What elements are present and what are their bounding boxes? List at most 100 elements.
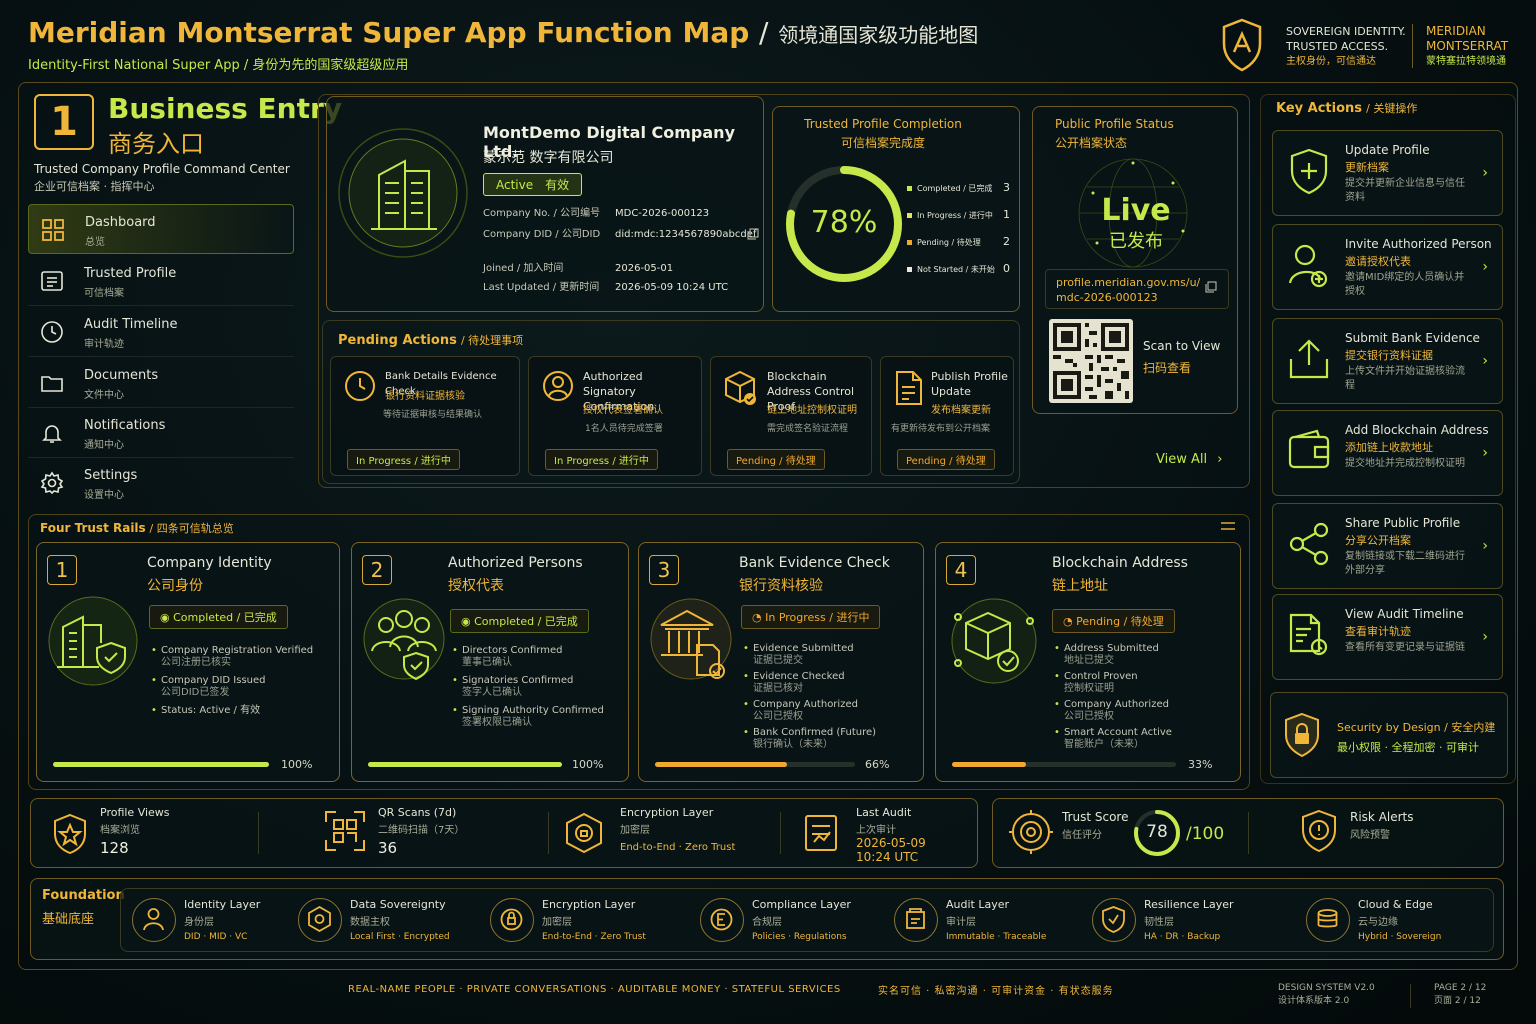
legend-completed: Completed / 已完成 3: [907, 181, 1010, 194]
rail-authorized-persons[interactable]: 2 Authorized Persons 授权代表 ◉ Completed / …: [351, 542, 629, 782]
public-profile-url[interactable]: profile.meridian.gov.ms/u/ mdc-2026-0001…: [1045, 269, 1229, 309]
view-all-link[interactable]: View All ›: [1156, 452, 1222, 467]
bank-icon: [650, 598, 732, 680]
footer-divider: [1410, 984, 1411, 1008]
legend-not-started: Not Started / 未开始 0: [907, 262, 1010, 275]
copy-icon[interactable]: [1205, 281, 1217, 293]
pending-item-desc: 有更新待发布到公开档案: [891, 424, 991, 434]
rail-blockchain-address[interactable]: 4 Blockchain Address 链上地址 ◔ Pending / 待处…: [935, 542, 1241, 782]
nav-sub: 设置中心: [84, 490, 124, 501]
stat-last-audit: Last Audit 上次审计 2026-05-09 10:24 UTC: [800, 806, 970, 864]
view-all-label: View All: [1156, 452, 1208, 467]
nav-item-settings[interactable]: Settings 设置中心: [28, 458, 294, 508]
action-update-profile[interactable]: Update Profile 更新档案 提交并更新企业信息与信任资料 ›: [1272, 130, 1503, 216]
check-item: Control Proven控制权证明: [1054, 671, 1234, 695]
stat-value: 128: [100, 839, 129, 857]
nav-sub: 审计轨迹: [84, 339, 124, 350]
page-label-cn: 页面 2 / 12: [1434, 996, 1481, 1006]
check-item-en: Control Proven: [1064, 671, 1138, 682]
action-invite-person[interactable]: Invite Authorized Person 邀请授权代表 邀请MID绑定的…: [1272, 224, 1503, 310]
company-row-key: Joined / 加入时间: [483, 263, 564, 274]
chevron-right-icon: ›: [1217, 452, 1223, 467]
subtitle-cn: 身份为先的国家级超级应用: [252, 58, 409, 73]
foundation-layer-title: Identity Layer: [184, 898, 261, 911]
pending-item-signatory[interactable]: Authorized Signatory Confirmation 授权代表签署…: [528, 356, 702, 476]
action-submit-bank-evidence[interactable]: Submit Bank Evidence 提交银行资料证据 上传文件并开始证据核…: [1272, 318, 1503, 404]
foundation-layer-desc: HA · DR · Backup: [1144, 932, 1221, 942]
rail-progress-label: 100%: [281, 758, 313, 771]
qr-code[interactable]: [1049, 319, 1133, 403]
pending-item-blockchain[interactable]: Blockchain Address Control Proof 链上地址控制权…: [710, 356, 872, 476]
nav-item-dashboard[interactable]: Dashboard 总览: [28, 204, 294, 254]
rail-number: 3: [649, 555, 679, 585]
foundation-layer-title-cn: 合规层: [752, 917, 782, 928]
action-add-blockchain-address[interactable]: Add Blockchain Address 添加链上收款地址 提交地址并完成控…: [1272, 410, 1503, 496]
rail-title: Bank Evidence Check: [739, 555, 890, 571]
check-item-cn: 控制权证明: [1064, 683, 1114, 694]
nav-item-notifications[interactable]: Notifications 通知中心: [28, 408, 294, 458]
foundation-layer-title: Encryption Layer: [542, 898, 636, 911]
pending-item-bank-evidence[interactable]: Bank Details Evidence Check 银行资料证据核验 等待证…: [330, 356, 520, 476]
chevron-right-icon: ›: [1482, 353, 1488, 369]
chevron-right-icon: ›: [1482, 165, 1488, 181]
rail-status-label: Completed / 已完成: [474, 615, 578, 628]
pending-item-publish[interactable]: Publish Profile Update 发布档案更新 有更新待发布到公开档…: [880, 356, 1014, 476]
completion-title: Trusted Profile Completion: [804, 117, 962, 131]
foundation-layer-desc: Policies · Regulations: [752, 932, 847, 942]
person-icon: [543, 371, 573, 401]
foundation-resilience: Resilience Layer 韧性层 HA · DR · Backup: [1086, 892, 1266, 952]
nav-item-trusted-profile[interactable]: Trusted Profile 可信档案: [28, 256, 294, 306]
legend-label: In Progress / 进行中: [917, 211, 993, 220]
rail-company-identity[interactable]: 1 Company Identity 公司身份 ◉ Completed / 已完…: [36, 542, 340, 782]
rail-number: 4: [946, 555, 976, 585]
check-circle-icon: ◉: [461, 615, 475, 628]
filter-icon[interactable]: [1220, 520, 1236, 532]
rail-title: Blockchain Address: [1052, 555, 1188, 571]
rail-progress-bar: [655, 762, 855, 767]
rail-progress-bar: [952, 762, 1176, 767]
brand-1: MERIDIAN: [1426, 24, 1486, 38]
clock-icon: ◔: [752, 611, 766, 624]
action-title-cn: 邀请授权代表: [1345, 255, 1411, 268]
trust-rails-title: Four Trust Rails / 四条可信轨总览: [40, 520, 234, 536]
building-icon: [338, 128, 468, 258]
nav-item-audit-timeline[interactable]: Audit Timeline 审计轨迹: [28, 307, 294, 357]
copy-icon[interactable]: [747, 228, 759, 240]
page-label: PAGE 2 / 12: [1434, 983, 1487, 993]
qr-scan-icon: [325, 811, 365, 851]
rail-number: 2: [362, 555, 392, 585]
tagline-1: SOVEREIGN IDENTITY.: [1286, 25, 1406, 38]
foundation-compliance: Compliance Layer 合规层 Policies · Regulati…: [694, 892, 864, 952]
pending-item-title-cn: 链上地址控制权证明: [767, 405, 857, 416]
nav-item-documents[interactable]: Documents 文件中心: [28, 358, 294, 408]
title-en: Meridian Montserrat Super App Function M…: [28, 16, 750, 49]
action-title: Invite Authorized Person: [1345, 237, 1492, 251]
stat-value: End-to-End · Zero Trust: [620, 842, 736, 853]
compliance-icon: [700, 898, 744, 942]
action-share-public-profile[interactable]: Share Public Profile 分享公开档案 复制链接或下载二维码进行…: [1272, 503, 1503, 589]
upload-icon: [1289, 339, 1329, 379]
pending-item-status: In Progress / 进行中: [545, 449, 658, 470]
foundation-layer-title-cn: 加密层: [542, 917, 572, 928]
foundation-layer-title: Resilience Layer: [1144, 898, 1234, 911]
action-view-audit-timeline[interactable]: View Audit Timeline 查看审计轨迹 查看所有变更记录与证据链 …: [1272, 594, 1503, 680]
public-status-live: Live: [1101, 193, 1171, 228]
lock-shield-icon: [1285, 712, 1319, 758]
trust-score-title-cn: 信任评分: [1062, 830, 1102, 841]
chevron-right-icon: ›: [1482, 629, 1488, 645]
subtitle-en: Identity-First National Super App: [28, 58, 240, 73]
chevron-right-icon: ›: [1482, 538, 1488, 554]
risk-alerts-title: Risk Alerts: [1350, 810, 1414, 824]
foundation-layer-title-cn: 审计层: [946, 917, 976, 928]
rail-bank-evidence[interactable]: 3 Bank Evidence Check 银行资料核验 ◔ In Progre…: [638, 542, 924, 782]
audit-icon: [1289, 613, 1328, 656]
foundation-layer-desc: End-to-End · Zero Trust: [542, 932, 646, 942]
check-item-cn: 公司DID已签发: [161, 687, 230, 698]
header-tagline: SOVEREIGN IDENTITY. TRUSTED ACCESS. 主权身份…: [1286, 24, 1406, 69]
url-line-1: profile.meridian.gov.ms/u/: [1056, 276, 1201, 289]
company-row-value: did:mdc:1234567890abcdef: [615, 229, 757, 240]
stat-value: 2026-05-09: [856, 836, 926, 850]
alert-shield-icon: [1302, 809, 1336, 853]
rail-checklist: Address Submitted地址已提交 Control Proven控制权…: [1054, 643, 1234, 755]
brand-2: MONTSERRAT: [1426, 39, 1509, 53]
